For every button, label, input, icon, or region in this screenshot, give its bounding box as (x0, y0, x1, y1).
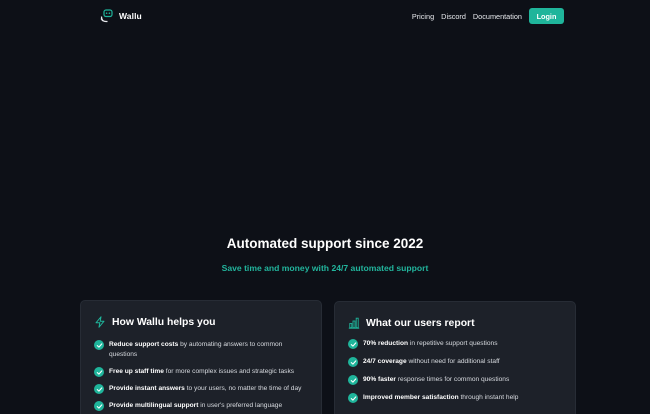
list-item-highlight: 90% faster (363, 376, 396, 383)
list-item: Provide instant answers to your users, n… (94, 384, 308, 394)
nav-link-pricing[interactable]: Pricing (412, 12, 434, 21)
list-item-detail: response times for common questions (396, 376, 510, 383)
card-title: What our users report (366, 317, 475, 329)
list-item: Reduce support costs by automating answe… (94, 340, 308, 360)
card-title: How Wallu helps you (112, 316, 216, 328)
hero-subtitle: Save time and money with 24/7 automated … (221, 263, 429, 273)
list-item-detail: through instant help (458, 394, 519, 401)
list-item-detail: in user's preferred language (198, 402, 283, 409)
card-header: What our users report (348, 316, 562, 330)
check-circle-icon (94, 384, 104, 394)
list-item-highlight: Reduce support costs (109, 341, 179, 348)
check-circle-icon (94, 401, 104, 411)
check-circle-icon (348, 393, 358, 403)
hero-title: Automated support since 2022 (226, 236, 424, 251)
list-item: 70% reduction in repetitive support ques… (348, 339, 562, 349)
list-item-detail: in repetitive support questions (408, 340, 498, 347)
list-item-highlight: Free up staff time (109, 368, 164, 375)
list-item-text: 24/7 coverage without need for additiona… (363, 357, 500, 367)
how-wallu-helps-card: How Wallu helps you Reduce support costs… (80, 300, 322, 414)
list-item-text: Reduce support costs by automating answe… (109, 340, 308, 360)
list-item-text: Provide instant answers to your users, n… (109, 384, 301, 394)
results-list: 70% reduction in repetitive support ques… (348, 339, 562, 403)
list-item-highlight: Provide instant answers (109, 385, 185, 392)
users-report-card: What our users report 70% reduction in r… (334, 301, 576, 414)
login-button[interactable]: Login (529, 8, 564, 24)
list-item-text: 70% reduction in repetitive support ques… (363, 339, 498, 349)
list-item-text: 90% faster response times for common que… (363, 375, 509, 385)
benefits-list: Reduce support costs by automating answe… (94, 340, 308, 411)
list-item-highlight: Provide multilingual support (109, 402, 199, 409)
list-item-highlight: Improved member satisfaction (363, 394, 459, 401)
list-item-highlight: 70% reduction (363, 340, 409, 347)
nav-link-discord[interactable]: Discord (441, 12, 466, 21)
check-circle-icon (348, 357, 358, 367)
list-item-detail: to your users, no matter the time of day (184, 385, 302, 392)
list-item-highlight: 24/7 coverage (363, 358, 407, 365)
list-item-text: Provide multilingual support in user's p… (109, 401, 282, 411)
list-item-detail: without need for additional staff (406, 358, 500, 365)
card-header: How Wallu helps you (94, 315, 308, 329)
list-item: 24/7 coverage without need for additiona… (348, 357, 562, 367)
list-item-text: Free up staff time for more complex issu… (109, 367, 294, 377)
bar-chart-icon (348, 317, 360, 329)
lightning-icon (95, 316, 105, 328)
brand-name: Wallu (119, 11, 142, 21)
nav-link-documentation[interactable]: Documentation (473, 12, 522, 21)
chat-bubble-robot-icon (100, 9, 113, 23)
nav-links: Pricing Discord Documentation Login (412, 8, 564, 24)
check-circle-icon (348, 339, 358, 349)
brand[interactable]: Wallu (100, 8, 142, 24)
list-item-text: Improved member satisfaction through ins… (363, 393, 518, 403)
list-item: Improved member satisfaction through ins… (348, 393, 562, 403)
list-item: 90% faster response times for common que… (348, 375, 562, 385)
list-item: Provide multilingual support in user's p… (94, 401, 308, 411)
check-circle-icon (348, 375, 358, 385)
top-nav: Wallu Pricing Discord Documentation Logi… (0, 0, 650, 32)
list-item-detail: for more complex issues and strategic ta… (163, 368, 295, 375)
list-item: Free up staff time for more complex issu… (94, 367, 308, 377)
check-circle-icon (94, 367, 104, 377)
check-circle-icon (94, 340, 104, 350)
